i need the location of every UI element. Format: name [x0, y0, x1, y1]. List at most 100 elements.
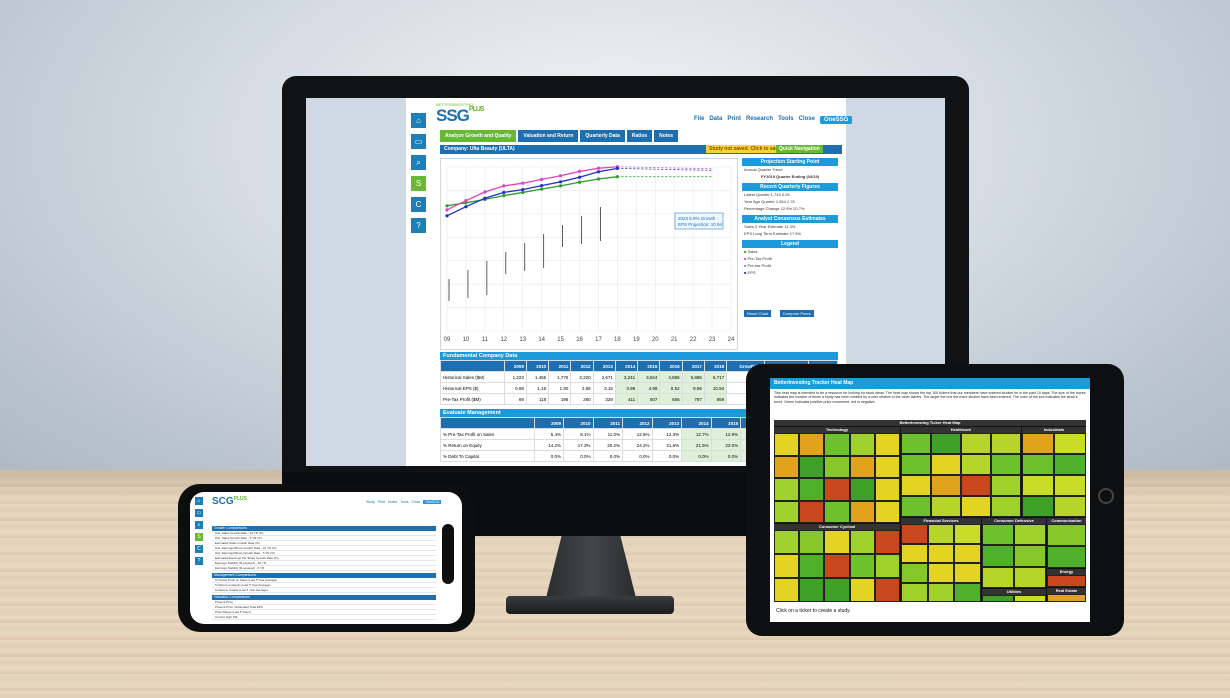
- ticker-tile[interactable]: [931, 454, 961, 475]
- ticker-tile[interactable]: [874, 530, 900, 554]
- ticker-tile[interactable]: [954, 563, 981, 583]
- ticker-tile[interactable]: [799, 554, 825, 578]
- ticker-tile[interactable]: [849, 578, 875, 602]
- ticker-tile[interactable]: [1014, 595, 1046, 602]
- ticker-tile[interactable]: [774, 500, 800, 523]
- ticker-tile[interactable]: [901, 496, 931, 517]
- phone-menu-item[interactable]: Notes: [388, 500, 397, 504]
- ticker-tile[interactable]: [961, 496, 991, 517]
- ticker-tile[interactable]: [774, 478, 800, 501]
- ticker-tile[interactable]: [824, 500, 850, 523]
- ticker-tile[interactable]: [874, 500, 900, 523]
- tab-ratios[interactable]: Ratios: [626, 130, 653, 142]
- ticker-tile[interactable]: [931, 475, 961, 496]
- ticker-tile[interactable]: [991, 454, 1021, 475]
- ticker-tile[interactable]: [1022, 496, 1054, 517]
- phone-menu-item[interactable]: Close: [411, 500, 420, 504]
- ticker-tile[interactable]: [874, 478, 900, 501]
- tablet-home-button[interactable]: [1098, 488, 1114, 504]
- folder-icon[interactable]: ▭: [194, 508, 204, 518]
- tab-quarterly[interactable]: Quarterly Data: [580, 130, 625, 142]
- ticker-tile[interactable]: [931, 433, 961, 454]
- ticker-tile[interactable]: [849, 530, 875, 554]
- menu-onessg[interactable]: OneSSG: [819, 116, 853, 124]
- ticker-tile[interactable]: [774, 578, 800, 602]
- ticker-tile[interactable]: [901, 454, 931, 475]
- ticker-tile[interactable]: [774, 433, 800, 456]
- ticker-tile[interactable]: [901, 475, 931, 496]
- ticker-tile[interactable]: [1054, 433, 1086, 454]
- menu-research[interactable]: Research: [746, 116, 773, 124]
- ticker-tile[interactable]: [799, 433, 825, 456]
- ssg-icon[interactable]: S: [194, 532, 204, 542]
- menu-close[interactable]: Close: [799, 116, 815, 124]
- tab-valuation[interactable]: Valuation and Return: [518, 130, 579, 142]
- ticker-tile[interactable]: [927, 543, 955, 563]
- ticker-tile[interactable]: [982, 545, 1014, 567]
- menu-print[interactable]: Print: [727, 116, 741, 124]
- ticker-tile[interactable]: [1047, 594, 1086, 602]
- compare-peers-button[interactable]: Compare Peers: [779, 310, 814, 317]
- ticker-tile[interactable]: [1054, 454, 1086, 475]
- ticker-tile[interactable]: [927, 563, 955, 583]
- help-icon[interactable]: ?: [194, 556, 204, 566]
- ticker-tile[interactable]: [874, 578, 900, 602]
- ticker-tile[interactable]: [824, 554, 850, 578]
- home-icon[interactable]: ⌂: [410, 112, 427, 129]
- ticker-tile[interactable]: [901, 524, 928, 544]
- search-icon[interactable]: ⌕: [194, 520, 204, 530]
- ticker-tile[interactable]: [774, 554, 800, 578]
- ticker-tile[interactable]: [901, 543, 928, 563]
- ticker-tile[interactable]: [874, 554, 900, 578]
- ticker-tile[interactable]: [874, 455, 900, 478]
- ticker-tile[interactable]: [824, 530, 850, 554]
- ticker-tile[interactable]: [824, 455, 850, 478]
- ticker-tile[interactable]: [1022, 454, 1054, 475]
- ticker-tile[interactable]: [799, 578, 825, 602]
- tab-notes[interactable]: Notes: [654, 130, 679, 142]
- ticker-tile[interactable]: [1047, 524, 1086, 546]
- ssg-icon[interactable]: S: [410, 175, 427, 192]
- scg-icon[interactable]: C: [194, 544, 204, 554]
- ticker-tile[interactable]: [824, 433, 850, 456]
- ticker-tile[interactable]: [1022, 475, 1054, 496]
- ticker-tile[interactable]: [954, 524, 981, 544]
- scg-icon[interactable]: C: [410, 196, 427, 213]
- ticker-tile[interactable]: [1022, 433, 1054, 454]
- phone-menu-item[interactable]: OneSSG: [423, 500, 442, 504]
- not-saved-button[interactable]: Study not saved. Click to save.: [706, 145, 786, 153]
- ticker-tile[interactable]: [1047, 546, 1086, 568]
- phone-menu-item[interactable]: Study: [366, 500, 375, 504]
- phone-menu-item[interactable]: Print: [378, 500, 385, 504]
- ticker-tile[interactable]: [799, 455, 825, 478]
- ticker-tile[interactable]: [774, 530, 800, 554]
- ticker-tile[interactable]: [1014, 524, 1046, 546]
- ticker-tile[interactable]: [1014, 545, 1046, 567]
- ticker-tile[interactable]: [1054, 496, 1086, 517]
- ticker-tile[interactable]: [1054, 475, 1086, 496]
- home-icon[interactable]: ⌂: [194, 496, 204, 506]
- ticker-tile[interactable]: [991, 475, 1021, 496]
- ticker-tile[interactable]: [849, 455, 875, 478]
- ticker-tile[interactable]: [824, 478, 850, 501]
- menu-tools[interactable]: Tools: [778, 116, 794, 124]
- ticker-tile[interactable]: [982, 595, 1014, 602]
- ticker-tile[interactable]: [954, 582, 981, 602]
- ticker-tile[interactable]: [982, 566, 1014, 588]
- ticker-tile[interactable]: [1014, 566, 1046, 588]
- ticker-tile[interactable]: [961, 454, 991, 475]
- ticker-tile[interactable]: [824, 578, 850, 602]
- ticker-tile[interactable]: [901, 582, 928, 602]
- ticker-tile[interactable]: [849, 433, 875, 456]
- ticker-tile[interactable]: [849, 478, 875, 501]
- ticker-tile[interactable]: [991, 496, 1021, 517]
- menu-file[interactable]: File: [694, 116, 704, 124]
- help-icon[interactable]: ?: [410, 217, 427, 234]
- ticker-tile[interactable]: [901, 433, 931, 454]
- menu-data[interactable]: Data: [709, 116, 722, 124]
- ticker-tile[interactable]: [927, 524, 955, 544]
- ticker-tile[interactable]: [954, 543, 981, 563]
- ticker-tile[interactable]: [982, 524, 1014, 546]
- ticker-tile[interactable]: [799, 530, 825, 554]
- tab-analyze-growth[interactable]: Analyze Growth and Quality: [440, 130, 517, 142]
